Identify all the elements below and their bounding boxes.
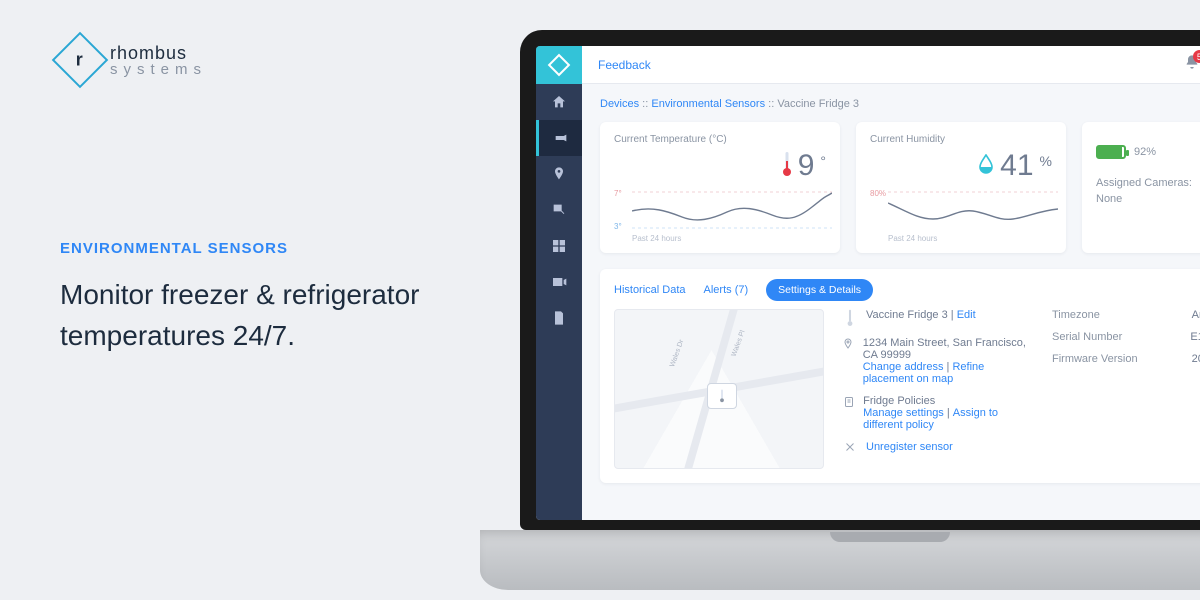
location-map[interactable]: Wales Dr Wales Pl	[614, 309, 824, 469]
nav-home[interactable]	[536, 84, 582, 120]
file-icon	[551, 310, 567, 326]
nav-recordings[interactable]	[536, 264, 582, 300]
thermometer-icon	[842, 309, 858, 327]
app-sidebar	[536, 46, 582, 520]
policy-icon	[842, 395, 855, 409]
laptop-mockup: Feedback 5 | Devices :: Environmental Se…	[480, 30, 1200, 590]
status-card: 92% Assigned Cameras: None	[1082, 122, 1200, 253]
temperature-unit: °	[820, 153, 826, 169]
temperature-sparkline: 7° 3° Past 24 hours	[614, 189, 826, 241]
thermometer-icon	[716, 389, 728, 403]
camera-icon	[553, 130, 569, 146]
temperature-title: Current Temperature (°C)	[614, 134, 826, 145]
edit-name-link[interactable]: Edit	[957, 309, 976, 321]
humidity-sparkline: 80% Past 24 hours	[870, 189, 1052, 241]
detail-panel: Historical Data Alerts (7) Settings & De…	[600, 269, 1200, 483]
unregister-link[interactable]: Unregister sensor	[866, 441, 953, 453]
brand-logo: r rhombus systems	[60, 40, 460, 80]
nav-grid[interactable]	[536, 228, 582, 264]
change-address-link[interactable]: Change address	[863, 361, 944, 373]
topbar: Feedback 5 |	[582, 46, 1200, 84]
record-icon	[551, 274, 567, 290]
nav-reports[interactable]	[536, 300, 582, 336]
sensor-name: Vaccine Fridge 3	[866, 309, 948, 321]
sensor-address: 1234 Main Street, San Francisco, CA 9999…	[863, 337, 1034, 361]
assigned-cameras-label: Assigned Cameras:	[1096, 175, 1200, 192]
temperature-card: Current Temperature (°C) 9 ° 7° 3°	[600, 122, 840, 253]
map-sensor-pin[interactable]	[707, 383, 737, 409]
close-icon	[842, 441, 858, 453]
brand-name: rhombus	[110, 44, 207, 62]
notification-count: 5	[1193, 50, 1200, 63]
promo-eyebrow: ENVIRONMENTAL SENSORS	[60, 240, 460, 257]
humidity-unit: %	[1040, 153, 1052, 169]
crumb-devices[interactable]: Devices	[600, 98, 639, 110]
app-logo[interactable]	[536, 46, 582, 84]
grid-icon	[551, 238, 567, 254]
tab-settings[interactable]: Settings & Details	[766, 279, 873, 301]
search-doc-icon	[551, 202, 567, 218]
nav-locations[interactable]	[536, 156, 582, 192]
home-icon	[551, 94, 567, 110]
manage-policy-link[interactable]: Manage settings	[863, 407, 944, 419]
humidity-card: Current Humidity 41 % 80%	[856, 122, 1066, 253]
pin-icon	[551, 166, 567, 182]
crumb-env-sensors[interactable]: Environmental Sensors	[651, 98, 765, 110]
nav-investigate[interactable]	[536, 192, 582, 228]
pin-icon	[842, 337, 855, 351]
thermometer-icon	[782, 151, 792, 182]
policies-heading: Fridge Policies	[863, 395, 1034, 407]
feedback-link[interactable]: Feedback	[598, 58, 651, 72]
device-metadata: TimezoneAmerica Serial NumberE1-1234 Fir…	[1052, 309, 1200, 469]
humidity-value: 41	[1000, 149, 1033, 183]
breadcrumb: Devices :: Environmental Sensors :: Vacc…	[600, 98, 1200, 110]
battery-value: 92%	[1134, 144, 1156, 161]
battery-icon	[1096, 145, 1126, 159]
droplet-icon	[978, 154, 994, 179]
crumb-current: Vaccine Fridge 3	[777, 98, 859, 110]
humidity-title: Current Humidity	[870, 134, 1052, 145]
rhombus-icon: r	[52, 32, 109, 89]
tab-historical[interactable]: Historical Data	[614, 284, 686, 296]
brand-subname: systems	[110, 62, 207, 77]
temperature-value: 9	[798, 149, 815, 183]
tab-alerts[interactable]: Alerts (7)	[704, 284, 749, 296]
notifications-button[interactable]: 5	[1184, 54, 1200, 75]
assigned-cameras-value: None	[1096, 191, 1200, 208]
nav-devices[interactable]	[536, 120, 582, 156]
promo-headline: Monitor freezer & refrigerator temperatu…	[60, 275, 460, 356]
